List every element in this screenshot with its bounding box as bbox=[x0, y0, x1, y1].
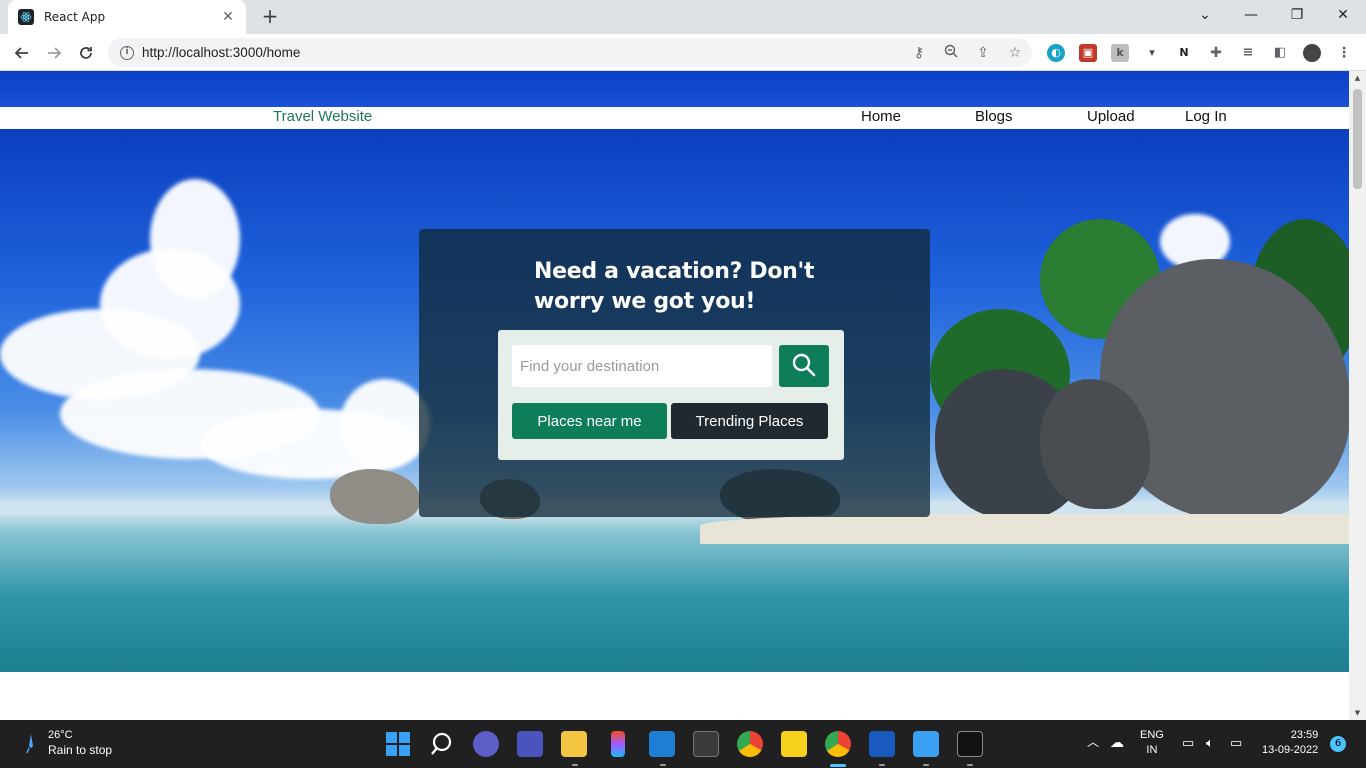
scroll-down-arrow-icon[interactable]: ▼ bbox=[1349, 706, 1366, 720]
file-explorer-icon[interactable] bbox=[561, 731, 587, 757]
network-icon[interactable]: ▭ bbox=[1182, 735, 1194, 750]
nav-login[interactable]: Log In bbox=[1185, 108, 1227, 125]
clock-time: 23:59 bbox=[1290, 729, 1319, 741]
share-icon[interactable]: ⇪ bbox=[974, 44, 992, 62]
page-scrollbar[interactable]: ▲ ▼ bbox=[1349, 71, 1366, 720]
top-banner bbox=[0, 71, 1349, 107]
sticky-notes-icon[interactable] bbox=[781, 731, 807, 757]
vscode-icon[interactable] bbox=[649, 731, 675, 757]
zoom-icon[interactable] bbox=[942, 44, 960, 62]
weather-widget[interactable]: 26°C Rain to stop bbox=[24, 728, 112, 758]
nav-home[interactable]: Home bbox=[861, 108, 901, 125]
browser-toolbar: i http://localhost:3000/home ⚷ ⇪ ☆ ◐ ▣ k… bbox=[0, 34, 1366, 71]
search-button[interactable] bbox=[779, 345, 829, 387]
windows-taskbar: 26°C Rain to stop ︿ ☁ ENG IN ▭ 🔈︎ ▭ 23:5… bbox=[0, 720, 1366, 768]
places-near-me-button[interactable]: Places near me bbox=[512, 403, 667, 439]
word-icon[interactable] bbox=[869, 731, 895, 757]
page-viewport: Travel Website Home Blogs Upload Log In … bbox=[0, 71, 1349, 720]
weather-status: Rain to stop bbox=[48, 743, 113, 757]
bookmark-star-icon[interactable]: ☆ bbox=[1006, 44, 1024, 62]
media-control-icon[interactable]: ≡ bbox=[1239, 44, 1257, 62]
scrollbar-thumb[interactable] bbox=[1353, 89, 1362, 189]
extension-n-icon[interactable]: N bbox=[1175, 44, 1193, 62]
side-panel-icon[interactable]: ◧ bbox=[1271, 44, 1289, 62]
terminal-icon[interactable] bbox=[957, 731, 983, 757]
key-icon[interactable]: ⚷ bbox=[910, 44, 928, 62]
search-icon bbox=[791, 352, 817, 381]
clock[interactable]: 23:59 13-09-2022 bbox=[1262, 728, 1318, 758]
hero-headline: Need a vacation? Don't worry we got you! bbox=[534, 259, 815, 314]
weather-temperature: 26°C bbox=[48, 729, 73, 741]
url-text: http://localhost:3000/home bbox=[142, 45, 301, 60]
tab-search-button[interactable]: ⌄ bbox=[1182, 0, 1228, 30]
extension-3-icon[interactable]: k bbox=[1111, 44, 1129, 62]
teams-icon[interactable] bbox=[517, 731, 543, 757]
extensions-puzzle-icon[interactable]: ✚ bbox=[1207, 44, 1225, 62]
language-indicator[interactable]: ENG IN bbox=[1140, 728, 1164, 758]
chrome-active-icon[interactable] bbox=[825, 731, 851, 757]
tray-overflow-icon[interactable]: ︿ bbox=[1087, 735, 1099, 750]
extension-2-icon[interactable]: ▣ bbox=[1079, 44, 1097, 62]
brand-logo-link[interactable]: Travel Website bbox=[273, 108, 372, 125]
tab-react-app[interactable]: React App ✕ bbox=[8, 0, 246, 34]
new-tab-button[interactable]: + bbox=[258, 5, 282, 29]
scroll-up-arrow-icon[interactable]: ▲ bbox=[1349, 71, 1366, 85]
windows-start-icon[interactable] bbox=[385, 731, 411, 757]
search-taskbar-icon[interactable] bbox=[429, 731, 455, 757]
browser-tab-strip: React App ✕ + ⌄ — ❐ ✕ bbox=[0, 0, 1366, 34]
menu-kebab-icon[interactable]: ⋮ bbox=[1335, 44, 1353, 62]
extension-1-icon[interactable]: ◐ bbox=[1047, 44, 1065, 62]
reload-icon[interactable] bbox=[73, 40, 99, 66]
extension-pocket-icon[interactable]: ▾ bbox=[1143, 44, 1161, 62]
tab-title: React App bbox=[44, 10, 106, 24]
search-card: Need a vacation? Don't worry we got you!… bbox=[419, 229, 930, 517]
destination-search-input[interactable] bbox=[512, 345, 772, 387]
profile-avatar-icon[interactable] bbox=[1303, 44, 1321, 62]
meet-chat-icon[interactable] bbox=[473, 731, 499, 757]
region-code: IN bbox=[1146, 744, 1158, 756]
restore-button[interactable]: ❐ bbox=[1274, 0, 1320, 30]
nav-upload[interactable]: Upload bbox=[1087, 108, 1135, 125]
trending-places-button[interactable]: Trending Places bbox=[671, 403, 828, 439]
address-bar[interactable]: i http://localhost:3000/home ⚷ ⇪ ☆ bbox=[108, 38, 1032, 67]
forward-arrow-icon[interactable] bbox=[41, 40, 67, 66]
rain-icon bbox=[24, 732, 38, 754]
volume-icon[interactable]: 🔈︎ bbox=[1206, 735, 1214, 750]
language-code: ENG bbox=[1140, 729, 1164, 741]
back-arrow-icon[interactable] bbox=[9, 40, 35, 66]
react-logo-icon bbox=[18, 9, 34, 25]
dev-app-icon[interactable] bbox=[693, 731, 719, 757]
clock-date: 13-09-2022 bbox=[1262, 744, 1319, 756]
site-navbar: Travel Website Home Blogs Upload Log In bbox=[0, 107, 1349, 129]
close-window-button[interactable]: ✕ bbox=[1320, 0, 1366, 30]
nav-blogs[interactable]: Blogs bbox=[975, 108, 1013, 125]
site-info-icon[interactable]: i bbox=[120, 45, 134, 60]
notepad-icon[interactable] bbox=[913, 731, 939, 757]
battery-icon[interactable]: ▭ bbox=[1230, 735, 1242, 750]
tab-close-icon[interactable]: ✕ bbox=[220, 9, 236, 25]
search-panel: Places near me Trending Places bbox=[498, 330, 844, 460]
figma-icon[interactable] bbox=[611, 731, 625, 757]
minimize-button[interactable]: — bbox=[1228, 0, 1274, 30]
chrome-icon[interactable] bbox=[737, 731, 763, 757]
onedrive-cloud-icon[interactable]: ☁ bbox=[1110, 735, 1124, 750]
notification-badge[interactable]: 6 bbox=[1330, 736, 1346, 752]
